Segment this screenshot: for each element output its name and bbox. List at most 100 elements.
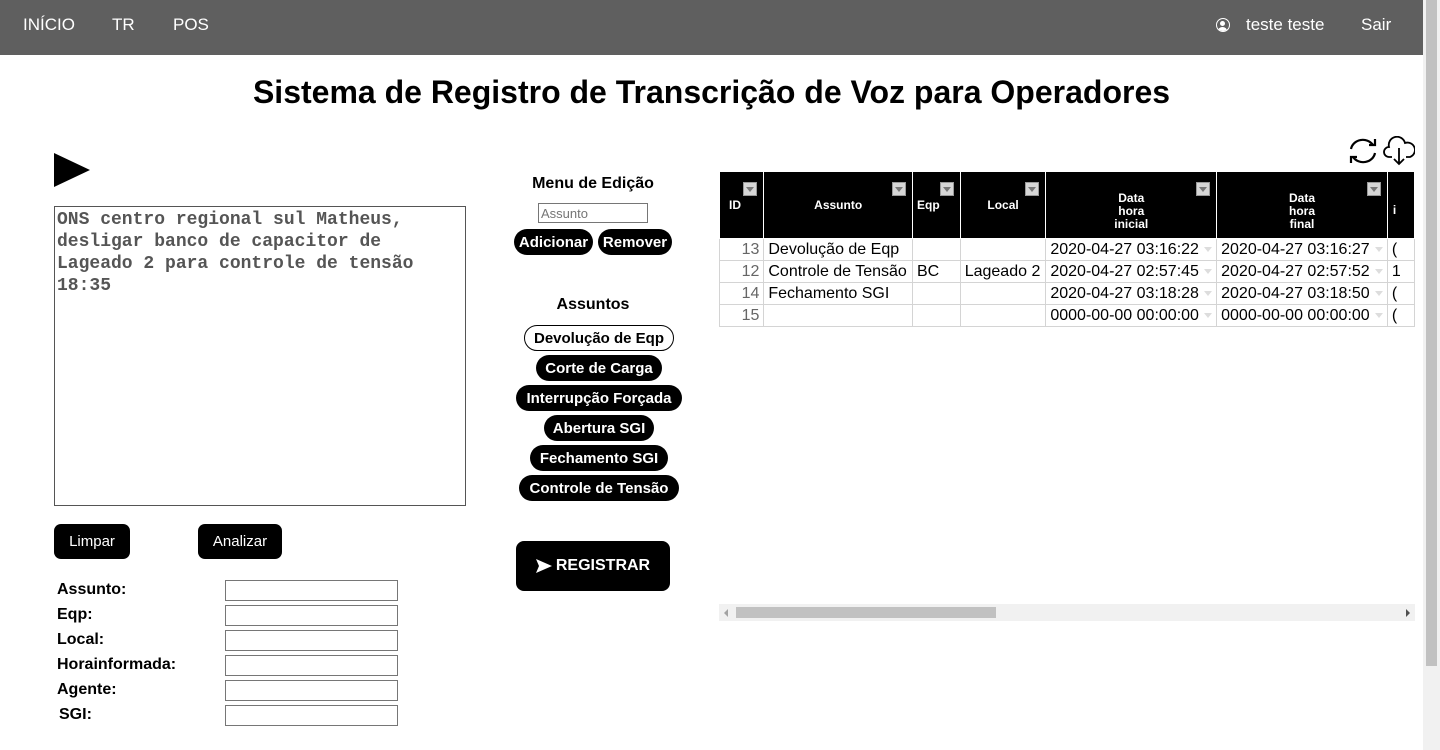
vertical-scrollbar-thumb[interactable] xyxy=(1426,0,1437,666)
cell-data-inicial[interactable]: 2020-04-27 02:57:45 xyxy=(1045,260,1218,283)
horainformada-label: Horainformada: xyxy=(57,656,177,673)
filter-icon[interactable] xyxy=(743,182,758,196)
dropdown-arrow-icon xyxy=(1374,313,1383,318)
cell-extra[interactable]: ( xyxy=(1386,238,1415,261)
cell-data-inicial[interactable]: 0000-00-00 00:00:00 xyxy=(1045,304,1218,327)
horizontal-scrollbar[interactable] xyxy=(719,604,1415,621)
horainformada-field[interactable] xyxy=(225,655,398,676)
send-icon xyxy=(535,559,552,573)
cell-data-final[interactable]: 2020-04-27 02:57:52 xyxy=(1216,260,1388,283)
horizontal-scrollbar-thumb[interactable] xyxy=(736,607,996,618)
cell-data-final[interactable]: 0000-00-00 00:00:00 xyxy=(1216,304,1388,327)
column-header-data-final: Data hora final xyxy=(1216,171,1388,239)
cell-extra[interactable]: ( xyxy=(1386,282,1415,305)
cell-assunto[interactable] xyxy=(763,304,913,327)
column-header-id: ID xyxy=(719,171,765,239)
eqp-label: Eqp: xyxy=(57,606,93,623)
cell-eqp[interactable] xyxy=(911,238,961,261)
cell-data-final[interactable]: 2020-04-27 03:18:50 xyxy=(1216,282,1388,305)
filter-icon[interactable] xyxy=(939,182,954,196)
register-label: REGISTRAR xyxy=(555,557,651,574)
cell-local[interactable]: Lageado 2 xyxy=(959,260,1047,283)
cell-assunto[interactable]: Controle de Tensão xyxy=(763,260,913,283)
analyze-button[interactable]: Analizar xyxy=(198,524,282,559)
eqp-field[interactable] xyxy=(225,605,398,626)
vertical-scrollbar[interactable] xyxy=(1423,0,1440,750)
agente-label: Agente: xyxy=(57,681,117,698)
table-row[interactable]: 12 Controle de Tensão BC Lageado 2 2020-… xyxy=(719,260,1415,283)
table-row[interactable]: 15 0000-00-00 00:00:00 0000-00-00 00:00:… xyxy=(719,304,1415,327)
cell-id[interactable]: 12 xyxy=(719,260,765,283)
column-header-assunto: Assunto xyxy=(763,171,913,239)
dropdown-arrow-icon xyxy=(1204,291,1213,296)
cell-local[interactable] xyxy=(959,304,1047,327)
assunto-option-controle-tensao[interactable]: Controle de Tensão xyxy=(519,475,679,501)
cell-extra[interactable]: ( xyxy=(1386,304,1415,327)
agente-field[interactable] xyxy=(225,680,398,701)
cell-id[interactable]: 15 xyxy=(719,304,765,327)
scroll-left-arrow-icon[interactable] xyxy=(724,609,728,617)
clear-button[interactable]: Limpar xyxy=(54,524,130,559)
page-title: Sistema de Registro de Transcrição de Vo… xyxy=(252,74,1171,110)
column-header-data-inicial: Data hora inicial xyxy=(1045,171,1218,239)
column-header-extra: i xyxy=(1386,171,1415,239)
add-button[interactable]: Adicionar xyxy=(514,229,593,255)
transcript-textarea[interactable]: ONS centro regional sul Matheus, desliga… xyxy=(54,206,466,506)
assunto-option-fechamento-sgi[interactable]: Fechamento SGI xyxy=(530,445,668,471)
dropdown-arrow-icon xyxy=(1374,269,1383,274)
dropdown-arrow-icon xyxy=(1204,247,1213,252)
edit-assunto-input[interactable] xyxy=(538,203,648,223)
local-label: Local: xyxy=(57,631,105,648)
cell-data-final[interactable]: 2020-04-27 03:16:27 xyxy=(1216,238,1388,261)
filter-icon[interactable] xyxy=(1025,182,1040,196)
cell-id[interactable]: 13 xyxy=(719,238,765,261)
assunto-field[interactable] xyxy=(225,580,398,601)
nav-link-inicio[interactable]: INÍCIO xyxy=(23,15,75,35)
cell-assunto[interactable]: Devolução de Eqp xyxy=(763,238,913,261)
assunto-label: Assunto: xyxy=(57,581,127,598)
cell-eqp[interactable] xyxy=(911,304,961,327)
play-icon[interactable] xyxy=(54,153,90,187)
table-row[interactable]: 13 Devolução de Eqp 2020-04-27 03:16:22 … xyxy=(719,238,1415,261)
refresh-icon[interactable] xyxy=(1347,136,1379,166)
filter-icon[interactable] xyxy=(1196,182,1211,196)
nav-link-pos[interactable]: POS xyxy=(173,15,209,35)
assunto-option-devolucao-eqp[interactable]: Devolução de Eqp xyxy=(524,325,674,351)
cell-local[interactable] xyxy=(959,282,1047,305)
table-header-row: ID Assunto Eqp Local Data hora inicial Dat… xyxy=(719,171,1415,239)
assunto-option-corte-carga[interactable]: Corte de Carga xyxy=(536,355,662,381)
column-header-local: Local xyxy=(959,171,1047,239)
edit-menu-title: Menu de Edição xyxy=(532,175,654,192)
records-table: ID Assunto Eqp Local Data hora inicial Dat… xyxy=(719,171,1415,327)
cell-extra[interactable]: 1 xyxy=(1386,260,1415,283)
cloud-download-icon[interactable] xyxy=(1383,136,1415,166)
table-row[interactable]: 14 Fechamento SGI 2020-04-27 03:18:28 20… xyxy=(719,282,1415,305)
dropdown-arrow-icon xyxy=(1204,313,1213,318)
cell-local[interactable] xyxy=(959,238,1047,261)
cell-id[interactable]: 14 xyxy=(719,282,765,305)
cell-eqp[interactable]: BC xyxy=(911,260,961,283)
assunto-option-abertura-sgi[interactable]: Abertura SGI xyxy=(544,415,654,441)
filter-icon[interactable] xyxy=(891,182,906,196)
column-header-eqp: Eqp xyxy=(911,171,961,239)
dropdown-arrow-icon xyxy=(1374,247,1383,252)
user-circle-icon xyxy=(1216,18,1230,32)
cell-eqp[interactable] xyxy=(911,282,961,305)
cell-data-inicial[interactable]: 2020-04-27 03:18:28 xyxy=(1045,282,1218,305)
remove-button[interactable]: Remover xyxy=(598,229,672,255)
data-grid: ID Assunto Eqp Local Data hora inicial Dat… xyxy=(719,171,1415,621)
cell-assunto[interactable]: Fechamento SGI xyxy=(763,282,913,305)
sgi-field[interactable] xyxy=(225,705,398,726)
assunto-option-interrupcao-forcada[interactable]: Interrupção Forçada xyxy=(516,385,682,411)
assuntos-title: Assuntos xyxy=(556,296,630,313)
scroll-right-arrow-icon[interactable] xyxy=(1406,609,1410,617)
dropdown-arrow-icon xyxy=(1204,269,1213,274)
local-field[interactable] xyxy=(225,630,398,651)
filter-icon[interactable] xyxy=(1366,182,1381,196)
cell-data-inicial[interactable]: 2020-04-27 03:16:22 xyxy=(1045,238,1218,261)
nav-link-tr[interactable]: TR xyxy=(112,15,135,35)
logout-link[interactable]: Sair xyxy=(1361,15,1391,35)
dropdown-arrow-icon xyxy=(1374,291,1383,296)
register-button[interactable]: REGISTRAR xyxy=(516,541,670,591)
user-menu[interactable]: teste teste xyxy=(1216,15,1324,35)
